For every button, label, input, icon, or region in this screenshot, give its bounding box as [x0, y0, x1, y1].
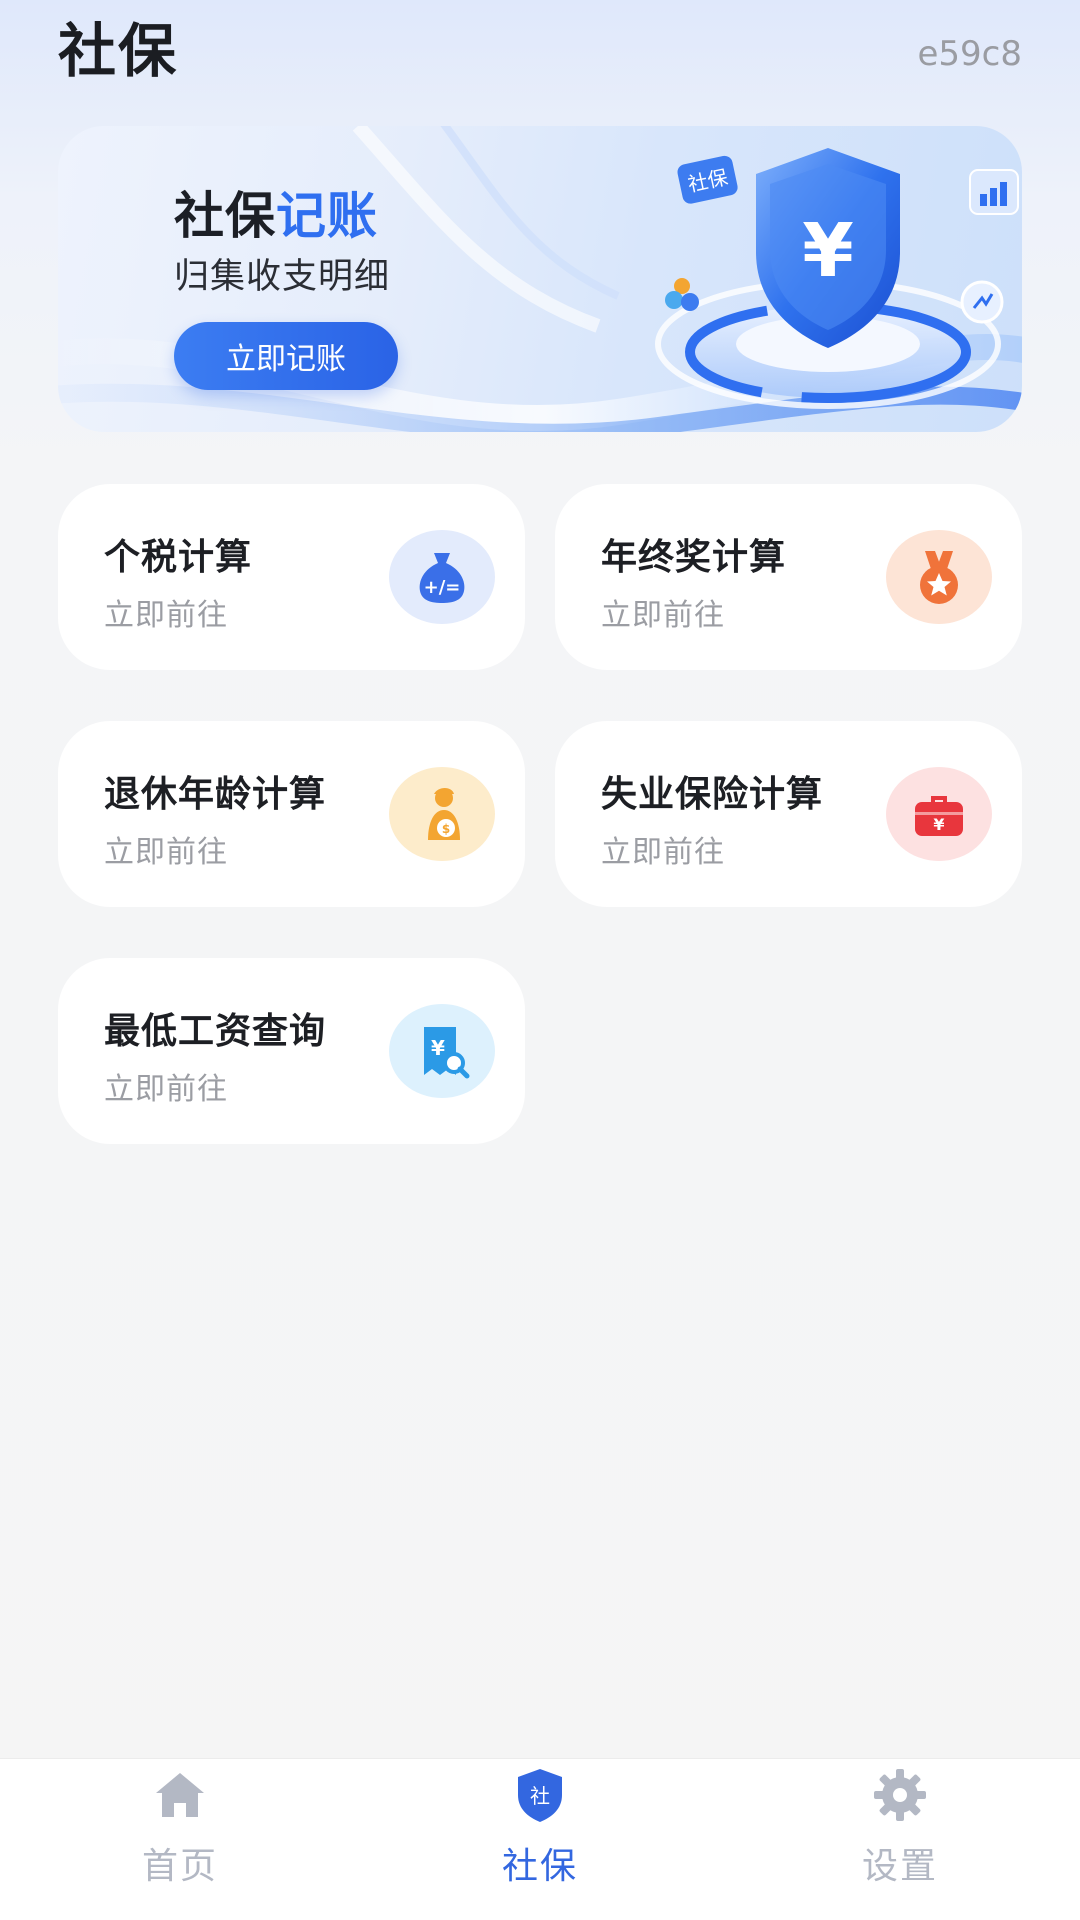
bottom-tab-bar: 首页 社 社保 设置: [0, 1758, 1080, 1920]
start-bookkeeping-button[interactable]: 立即记账: [174, 322, 398, 390]
unemployment-insurance-card[interactable]: 失业保险计算 立即前往 ¥: [555, 721, 1022, 907]
tax-calc-card[interactable]: 个税计算 立即前往 +/=: [58, 484, 525, 670]
svg-text:$: $: [442, 822, 450, 836]
card-title: 最低工资查询: [104, 1011, 327, 1052]
card-subtitle: 立即前往: [104, 598, 228, 633]
card-subtitle: 立即前往: [601, 598, 725, 633]
tab-shield-badge: 社: [530, 1784, 550, 1808]
tax-money-bag-icon: +/=: [389, 530, 495, 624]
retirement-age-card[interactable]: 退休年龄计算 立即前往 $: [58, 721, 525, 907]
social-security-page: 社保 e59c8 社保记账 归集收支明细 立即记账 ¥ 社保 个税计算 立即前往…: [0, 0, 1080, 1920]
minimum-wage-card[interactable]: 最低工资查询 立即前往 ¥: [58, 958, 525, 1144]
svg-text:+/=: +/=: [424, 577, 461, 598]
card-subtitle: 立即前往: [104, 835, 228, 870]
home-icon: [156, 1773, 204, 1817]
svg-text:¥: ¥: [933, 815, 944, 834]
tab-label: 首页: [141, 1846, 218, 1887]
svg-text:¥: ¥: [431, 1036, 445, 1060]
card-title: 年终奖计算: [601, 537, 787, 578]
banner-title-part2: 记账: [276, 187, 378, 245]
tab-label: 社保: [501, 1846, 578, 1887]
card-subtitle: 立即前往: [601, 835, 725, 870]
banner-title: 社保记账: [174, 176, 378, 248]
card-title: 退休年龄计算: [104, 774, 327, 815]
banner-shield-symbol: ¥: [802, 208, 854, 294]
briefcase-icon: ¥: [886, 767, 992, 861]
tab-home[interactable]: 首页: [80, 1759, 280, 1920]
medal-icon: [886, 530, 992, 624]
gear-icon: [874, 1769, 926, 1821]
retiree-icon: $: [389, 767, 495, 861]
shield-icon: 社: [518, 1769, 562, 1822]
banner-title-part1: 社保: [174, 187, 276, 245]
tab-settings[interactable]: 设置: [800, 1759, 1000, 1920]
header: 社保 e59c8: [0, 0, 1080, 110]
card-title: 个税计算: [104, 537, 253, 578]
bookkeeping-banner[interactable]: 社保记账 归集收支明细 立即记账 ¥ 社保: [58, 126, 1022, 432]
year-end-bonus-card[interactable]: 年终奖计算 立即前往: [555, 484, 1022, 670]
wage-search-icon: ¥: [389, 1004, 495, 1098]
card-title: 失业保险计算: [601, 774, 824, 815]
tab-social-security[interactable]: 社 社保: [440, 1759, 640, 1920]
page-title: 社保: [58, 17, 179, 85]
banner-subtitle: 归集收支明细: [174, 257, 391, 297]
header-code: e59c8: [917, 34, 1022, 74]
banner-shield-illustration: ¥ 社保: [655, 148, 1019, 409]
card-subtitle: 立即前往: [104, 1072, 228, 1107]
tab-label: 设置: [861, 1846, 938, 1887]
